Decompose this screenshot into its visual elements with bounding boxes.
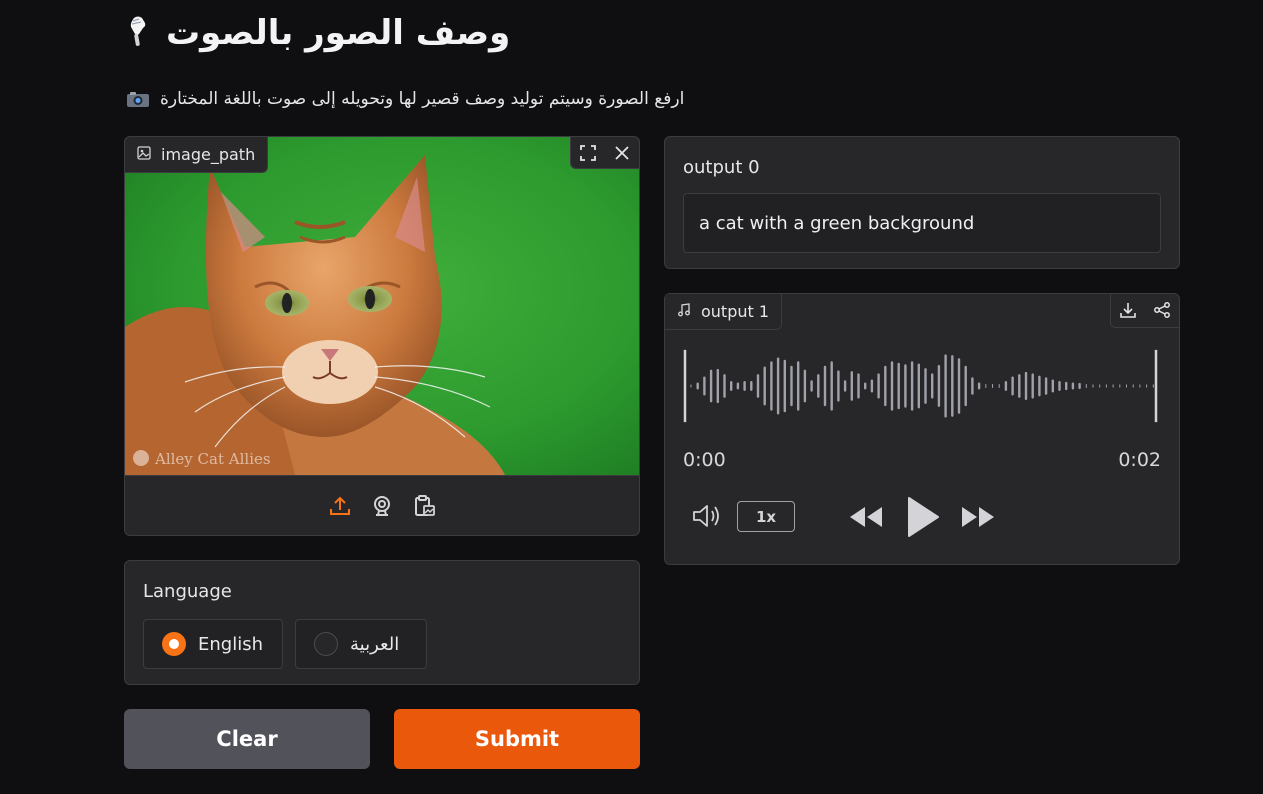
- current-time: 0:00: [683, 449, 726, 471]
- language-label: Language: [143, 581, 232, 602]
- image-source-bar: [125, 475, 639, 535]
- download-icon: [1120, 303, 1136, 318]
- page-subtitle: ارفع الصورة وسيتم توليد وصف قصير لها وتح…: [160, 89, 685, 109]
- subtitle-row: ارفع الصورة وسيتم توليد وصف قصير لها وتح…: [126, 84, 826, 114]
- camera-icon: [126, 90, 150, 108]
- radio-checked-icon: [162, 632, 186, 656]
- microphone-icon: [124, 15, 152, 51]
- cat-image: Alley Cat Allies: [125, 137, 639, 475]
- language-option-english[interactable]: English: [143, 619, 283, 669]
- share-icon: [1154, 302, 1170, 318]
- play-icon: [908, 497, 939, 537]
- title-row: وصف الصور بالصوت: [124, 8, 544, 58]
- rewind-icon: [850, 507, 882, 527]
- close-icon: [615, 146, 629, 160]
- share-button[interactable]: [1145, 294, 1179, 326]
- volume-icon: [693, 505, 719, 527]
- fast-forward-button[interactable]: [959, 502, 997, 532]
- clear-button[interactable]: Clear: [124, 709, 370, 769]
- upload-icon: [330, 496, 350, 515]
- audio-actions: [1110, 294, 1179, 328]
- image-icon: [137, 145, 151, 164]
- play-button[interactable]: [903, 494, 943, 540]
- remove-image-button[interactable]: [605, 137, 639, 169]
- audio-waveform[interactable]: [681, 346, 1161, 426]
- language-option-arabic-label: العربية: [350, 633, 400, 655]
- fullscreen-button[interactable]: [571, 137, 605, 169]
- volume-button[interactable]: [691, 502, 725, 532]
- fast-forward-icon: [962, 507, 994, 527]
- language-option-english-label: English: [198, 633, 263, 655]
- download-button[interactable]: [1111, 294, 1145, 326]
- image-input-label-text: image_path: [161, 145, 256, 164]
- language-panel: Language English العربية: [124, 560, 640, 685]
- output-0-label: output 0: [683, 157, 760, 178]
- output-0-panel: output 0 a cat with a green background: [664, 136, 1180, 269]
- watermark-text: Alley Cat Allies: [154, 450, 271, 468]
- webcam-source-button[interactable]: [368, 492, 396, 520]
- clipboard-icon: [415, 494, 435, 516]
- radio-unchecked-icon: [314, 632, 338, 656]
- output-1-panel: output 1 0:00 0:02 1x: [664, 293, 1180, 565]
- playback-rate-button[interactable]: 1x: [737, 501, 795, 532]
- image-controls: [570, 137, 639, 169]
- image-input-panel: Alley Cat Allies image_path: [124, 136, 640, 536]
- webcam-icon: [374, 495, 390, 516]
- image-input-label: image_path: [125, 137, 269, 173]
- output-1-label-text: output 1: [701, 302, 770, 321]
- music-icon: [677, 302, 691, 321]
- fullscreen-icon: [580, 145, 596, 161]
- clipboard-source-button[interactable]: [410, 492, 438, 520]
- language-option-arabic[interactable]: العربية: [295, 619, 427, 669]
- output-0-textbox[interactable]: a cat with a green background: [683, 193, 1161, 253]
- app-page: وصف الصور بالصوت ارفع الصورة وسيتم توليد…: [0, 0, 1263, 794]
- submit-button[interactable]: Submit: [394, 709, 640, 769]
- rewind-button[interactable]: [847, 502, 885, 532]
- output-1-label: output 1: [665, 294, 783, 330]
- upload-source-button[interactable]: [326, 492, 354, 520]
- page-title: وصف الصور بالصوت: [166, 13, 511, 53]
- duration: 0:02: [1118, 449, 1161, 471]
